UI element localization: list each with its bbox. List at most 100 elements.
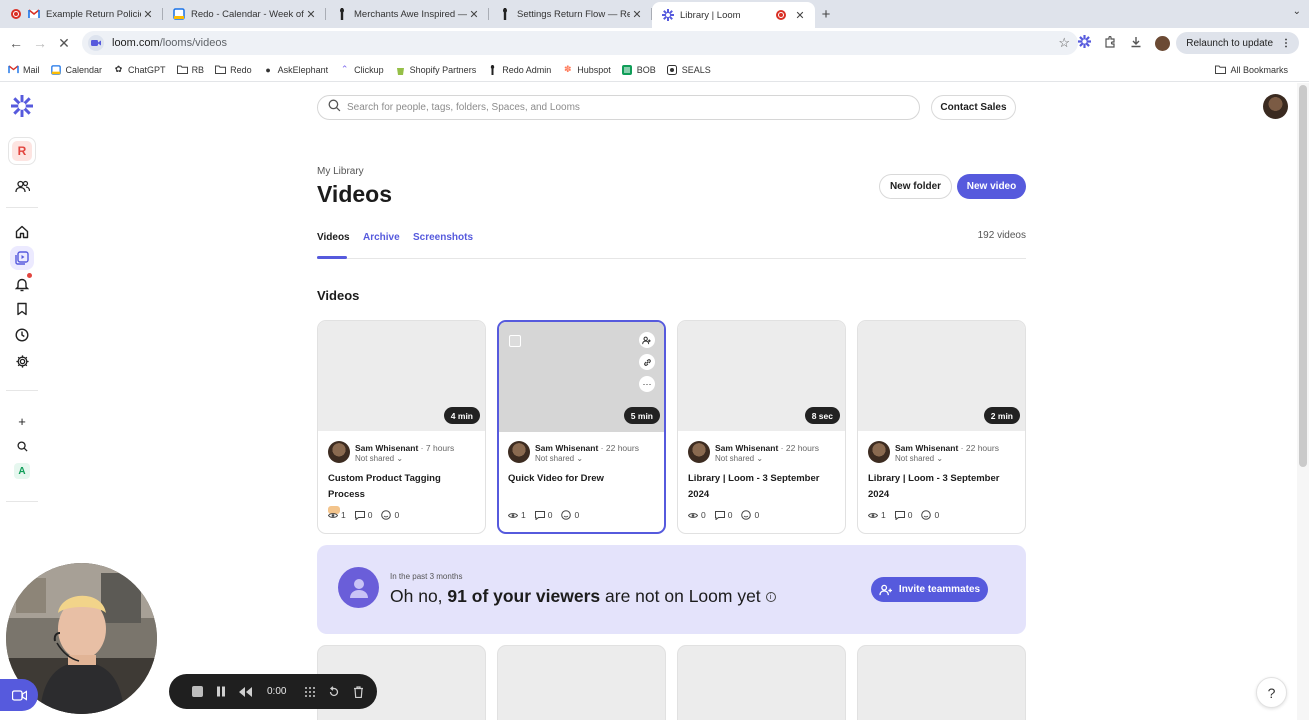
settings-gear-icon[interactable] [10,349,34,373]
select-checkbox[interactable] [509,335,521,347]
views-stat: 1 [868,510,886,520]
video-card[interactable]: 8 sec Sam Whisenant · 22 hours Not share… [677,320,846,534]
video-card[interactable] [677,645,846,720]
bookmark-mail[interactable]: Mail [8,64,40,75]
video-stats: 1 0 0 [868,510,948,520]
copy-link-icon[interactable] [639,354,655,370]
home-icon[interactable] [10,220,34,244]
contact-sales-button[interactable]: Contact Sales [931,95,1016,120]
library-icon[interactable] [10,246,34,270]
bookmark-redo[interactable]: Redo [215,64,252,75]
close-tab-icon[interactable]: ✕ [141,8,155,21]
browser-tab[interactable]: Redo - Calendar - Week of Se ✕ [163,0,326,28]
site-info-icon[interactable] [88,35,104,51]
page-title: Videos [317,181,392,207]
bookmark-clickup[interactable]: ⌃ Clickup [339,64,384,75]
loom-extension-icon[interactable] [1071,35,1097,51]
video-owner: Sam Whisenant · 22 hours [715,443,819,453]
search-icon[interactable] [10,434,34,458]
drawing-tools-icon[interactable] [298,680,322,704]
bookmark-bob[interactable]: BOB [622,64,656,75]
kebab-menu-icon[interactable]: ⋮ [1281,38,1291,49]
video-card[interactable]: 4 min Sam Whisenant · 7 hours Not shared… [317,320,486,534]
video-title[interactable]: Library | Loom - 3 September 2024 [688,471,838,503]
bookmark-icon[interactable] [10,297,34,321]
bookmark-chatgpt[interactable]: ✿ ChatGPT [113,64,166,75]
bookmark-redo-admin[interactable]: Redo Admin [487,64,551,75]
new-tab-button[interactable]: + [815,6,837,23]
share-status-dropdown[interactable]: Not shared ⌄ [895,454,943,463]
workspace-switcher[interactable]: R [9,138,35,164]
avatar[interactable] [1263,94,1288,119]
bookmark-hubspot[interactable]: ✽ Hubspot [562,64,611,75]
share-status-dropdown[interactable]: Not shared ⌄ [715,454,763,463]
new-folder-button[interactable]: New folder [879,174,952,199]
share-people-icon[interactable] [639,332,655,348]
search-input[interactable] [347,102,887,113]
invite-teammates-button[interactable]: Invite teammates [871,577,988,602]
loom-logo-icon[interactable] [10,94,34,118]
duration-badge: 8 sec [804,407,840,424]
video-title[interactable]: Custom Product Tagging Process [328,471,478,514]
share-status-dropdown[interactable]: Not shared ⌄ [535,454,583,463]
forward-arrow-icon[interactable]: → [28,35,52,51]
add-user-icon [879,584,892,595]
trash-icon[interactable] [346,680,370,704]
tab-search-chevron-icon[interactable]: ⌄ [1293,6,1301,17]
close-tab-icon[interactable]: ✕ [793,9,807,22]
redo-icon [336,8,348,20]
tab-screenshots[interactable]: Screenshots [413,232,473,243]
rewind-icon[interactable] [233,680,257,704]
video-card-selected[interactable]: ⋯ 5 min Sam Whisenant · 22 hours Not sha… [497,320,666,534]
close-tab-icon[interactable]: ✕ [630,8,644,21]
all-bookmarks[interactable]: All Bookmarks [1215,64,1288,75]
close-tab-icon[interactable]: ✕ [467,8,481,21]
help-button[interactable]: ? [1256,677,1287,708]
video-card[interactable] [857,645,1026,720]
global-search[interactable] [317,95,920,120]
more-options-icon[interactable]: ⋯ [639,376,655,392]
bookmark-askelephant[interactable]: ● AskElephant [263,64,328,75]
video-card[interactable]: 2 min Sam Whisenant · 22 hours Not share… [857,320,1026,534]
info-icon[interactable]: i [765,592,776,603]
stop-recording-button[interactable] [185,680,209,704]
folder-icon [1215,64,1227,75]
back-arrow-icon[interactable]: ← [4,35,28,51]
comments-stat: 0 [534,510,552,520]
download-icon[interactable] [1123,36,1149,51]
browser-tab[interactable]: Settings Return Flow — Redo ✕ [489,0,652,28]
avatar [868,441,890,463]
new-video-button[interactable]: New video [957,174,1026,199]
share-status-dropdown[interactable]: Not shared ⌄ [355,454,403,463]
loom-camera-toggle[interactable] [0,679,38,711]
clock-icon[interactable] [10,323,34,347]
video-title[interactable]: Library | Loom - 3 September 2024 [868,471,1018,503]
tab-videos[interactable]: Videos [317,232,350,243]
video-title[interactable]: Quick Video for Drew [508,471,658,487]
space-avatar[interactable]: A [10,459,34,483]
browser-tab[interactable]: Example Return Policies - sam ✕ [0,0,163,28]
tab-archive[interactable]: Archive [363,232,400,243]
bookmark-star-icon[interactable]: ☆ [1058,35,1070,51]
close-tab-icon[interactable]: ✕ [304,8,318,21]
members-icon[interactable] [10,174,34,198]
browser-tab-active[interactable]: Library | Loom ✕ [652,2,815,28]
bookmark-rb[interactable]: RB [176,64,204,75]
add-icon[interactable]: + [10,409,34,433]
scrollbar-thumb[interactable] [1299,85,1307,467]
video-card[interactable] [497,645,666,720]
notifications-bell-icon[interactable] [10,272,34,296]
extensions-puzzle-icon[interactable] [1097,35,1123,51]
relaunch-to-update-button[interactable]: Relaunch to update ⋮ [1176,32,1299,54]
bookmark-shopify-partners[interactable]: Shopify Partners [395,64,476,75]
breadcrumb[interactable]: My Library [317,166,364,177]
bookmark-calendar[interactable]: Calendar [51,64,102,75]
browser-tab[interactable]: Merchants Awe Inspired — Re ✕ [326,0,489,28]
bookmark-seals[interactable]: SEALS [667,64,711,75]
stop-loading-icon[interactable]: ✕ [52,35,76,52]
address-bar[interactable]: loom.com/looms/videos ☆ [82,31,1078,55]
restart-icon[interactable] [322,680,346,704]
pause-icon[interactable] [209,680,233,704]
scrollbar[interactable] [1297,83,1309,720]
profile-avatar[interactable] [1155,35,1171,51]
